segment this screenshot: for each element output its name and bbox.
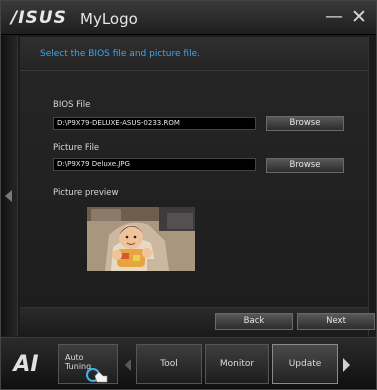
left-side-rail — [1, 36, 18, 336]
tab-auto-tuning[interactable]: Auto Tuning — [58, 344, 118, 384]
back-button[interactable]: Back — [215, 313, 293, 330]
picture-browse-button[interactable]: Browse — [266, 158, 344, 173]
auto-tuning-label-line1: Auto — [65, 353, 84, 362]
chevron-left-icon[interactable] — [125, 359, 131, 371]
minimize-button[interactable]: — — [324, 7, 344, 27]
picture-preview-label: Picture preview — [53, 188, 119, 198]
asus-logo: /ISUS — [11, 8, 67, 28]
chevron-right-icon[interactable] — [343, 358, 350, 372]
bios-file-input[interactable]: D:\P9X79-DELUXE-ASUS-0233.ROM — [53, 117, 256, 130]
app-title: MyLogo — [80, 10, 138, 28]
right-side-rail — [368, 36, 376, 336]
tab-update[interactable]: Update — [272, 344, 338, 384]
tab-monitor[interactable]: Monitor — [205, 344, 269, 384]
content-panel: Select the BIOS file and picture file. B… — [20, 37, 368, 337]
picture-file-label: Picture File — [53, 143, 100, 153]
picture-file-input[interactable]: D:\P9X79 Deluxe.JPG — [53, 158, 256, 171]
picture-preview-image — [87, 207, 195, 271]
bios-browse-button[interactable]: Browse — [266, 116, 344, 131]
baby-photo-image — [87, 207, 195, 271]
bios-file-label: BIOS File — [53, 100, 91, 110]
pointer-hand-icon — [86, 368, 108, 383]
title-bar: /ISUS MyLogo — ✕ — [1, 1, 376, 35]
mylogo-window: /ISUS MyLogo — ✕ Select the BIOS file an… — [0, 0, 377, 390]
ai-suite-logo: AI — [13, 352, 39, 377]
close-button[interactable]: ✕ — [349, 7, 369, 27]
tab-tool[interactable]: Tool — [136, 344, 202, 384]
instruction-text: Select the BIOS file and picture file. — [20, 37, 368, 71]
bottom-navigation: AI Auto Tuning Tool Monitor Update — [1, 337, 376, 389]
next-button[interactable]: Next — [297, 313, 375, 330]
chevron-left-icon[interactable] — [5, 190, 12, 202]
action-bar: Back Next — [20, 307, 375, 337]
